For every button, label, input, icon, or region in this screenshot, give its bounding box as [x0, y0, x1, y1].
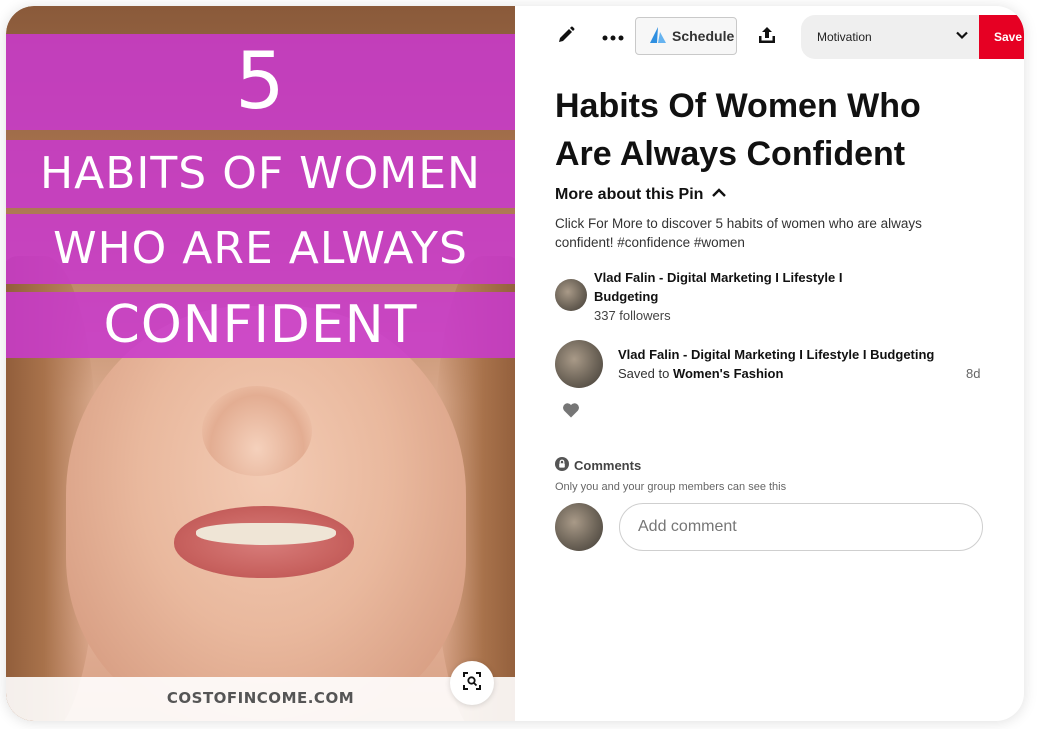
- board-select-value: Motivation: [817, 30, 872, 44]
- face-nose: [202, 386, 312, 476]
- activity-saved-to: Saved to Women's Fashion: [618, 366, 783, 381]
- pin-title: Habits Of Women Who Are Always Confident: [555, 87, 921, 173]
- commenter-avatar: [555, 503, 603, 551]
- creator-followers: 337 followers: [594, 308, 671, 323]
- face-teeth: [196, 523, 336, 545]
- comments-privacy-note: Only you and your group members can see …: [555, 481, 787, 493]
- site-watermark: COSTOFINCOME.COM: [166, 689, 355, 707]
- more-dots-icon: [602, 28, 624, 46]
- visual-search-button[interactable]: [450, 661, 494, 705]
- pin-image[interactable]: 5 HABITS OF WOMEN WHO ARE ALWAYS CONFIDE…: [6, 6, 515, 721]
- pin-toolbar: Schedule Motivation Save: [6, 12, 1024, 60]
- board-select[interactable]: Motivation: [801, 15, 979, 59]
- activity-user-name[interactable]: Vlad Falin - Digital Marketing I Lifesty…: [618, 347, 934, 362]
- comments-header: Comments: [555, 457, 641, 474]
- schedule-button[interactable]: Schedule: [635, 17, 737, 55]
- banner-line-2: WHO ARE ALWAYS: [53, 223, 468, 274]
- more-about-label: More about this Pin: [555, 186, 704, 203]
- activity-avatar[interactable]: [555, 340, 603, 388]
- pin-closeup-card: 5 HABITS OF WOMEN WHO ARE ALWAYS CONFIDE…: [6, 6, 1024, 721]
- upload-icon: [757, 25, 777, 50]
- schedule-label: Schedule: [672, 28, 735, 44]
- pencil-icon: [556, 25, 576, 50]
- add-comment-input[interactable]: [619, 503, 983, 551]
- saved-to-board[interactable]: Women's Fashion: [673, 366, 783, 381]
- react-button[interactable]: [562, 402, 580, 423]
- saved-to-prefix: Saved to: [618, 366, 670, 381]
- heart-icon: [562, 403, 580, 422]
- activity-time: 8d: [966, 366, 981, 381]
- pin-description: Click For More to discover 5 habits of w…: [555, 216, 922, 250]
- lock-icon: [555, 457, 569, 474]
- comments-title: Comments: [574, 458, 642, 473]
- chevron-up-icon: [711, 186, 727, 204]
- chevron-down-icon: [955, 28, 969, 45]
- creator-avatar[interactable]: [555, 279, 587, 311]
- edit-button[interactable]: [548, 19, 584, 55]
- visual-search-icon: [462, 671, 482, 696]
- more-options-button[interactable]: [595, 19, 631, 55]
- banner-line-3: CONFIDENT: [103, 295, 418, 355]
- banner-line-1: HABITS OF WOMEN: [40, 148, 481, 199]
- schedule-logo-icon: [648, 26, 668, 47]
- save-button[interactable]: Save: [979, 15, 1024, 59]
- more-about-toggle[interactable]: More about this Pin: [555, 186, 727, 204]
- creator-name[interactable]: Vlad Falin - Digital Marketing I Lifesty…: [594, 268, 894, 306]
- share-button[interactable]: [749, 19, 785, 55]
